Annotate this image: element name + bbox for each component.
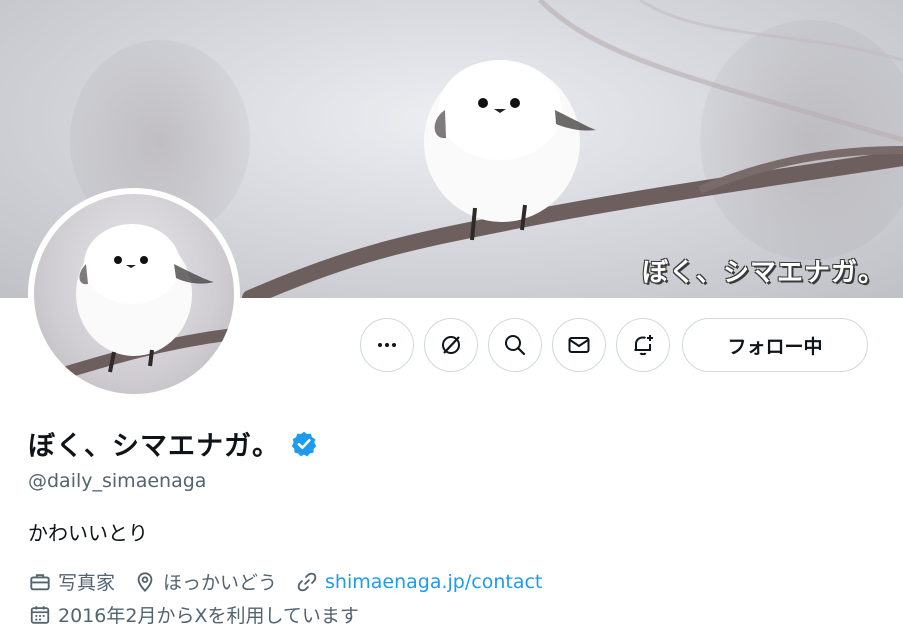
message-button[interactable]	[552, 318, 606, 372]
calendar-icon	[30, 605, 50, 624]
location-pin-icon	[137, 571, 153, 592]
website-link[interactable]: shimaenaga.jp/contact	[325, 571, 542, 593]
mail-icon	[568, 337, 590, 353]
bell-plus-icon	[634, 335, 653, 356]
location-text: ほっかいどう	[163, 572, 278, 594]
more-button[interactable]	[360, 318, 414, 372]
display-name: ぼく、シマエナガ。	[28, 431, 280, 462]
avatar[interactable]	[28, 188, 240, 400]
location-item: ほっかいどう	[133, 568, 277, 595]
verified-badge-icon[interactable]	[290, 430, 318, 458]
profile-meta: 写真家 ほっかいどう shimaenaga.jp/contact	[28, 568, 542, 595]
profile-name-row: ぼく、シマエナガ。	[28, 424, 318, 463]
search-icon	[505, 335, 526, 356]
briefcase-icon	[30, 573, 50, 590]
grok-icon	[442, 336, 460, 354]
profile-bio: かわいいとり	[28, 521, 148, 545]
banner-watermark-text: ぼく、シマエナガ。	[641, 258, 885, 288]
avatar-bird-photo	[34, 194, 234, 394]
joined-text: 2016年2月からXを利用しています	[58, 605, 359, 627]
search-button[interactable]	[488, 318, 542, 372]
following-button[interactable]: フォロー中	[682, 318, 868, 372]
more-horizontal-icon	[378, 343, 396, 347]
website-item: shimaenaga.jp/contact	[295, 570, 542, 594]
joined-item: 2016年2月からXを利用しています	[28, 601, 359, 628]
link-icon	[297, 572, 317, 591]
profile-actions: フォロー中	[360, 318, 868, 372]
grok-button[interactable]	[424, 318, 478, 372]
notify-button[interactable]	[616, 318, 670, 372]
user-handle: @daily_simaenaga	[28, 470, 207, 492]
profession-text: 写真家	[58, 572, 116, 594]
profession-item: 写真家	[28, 568, 115, 595]
